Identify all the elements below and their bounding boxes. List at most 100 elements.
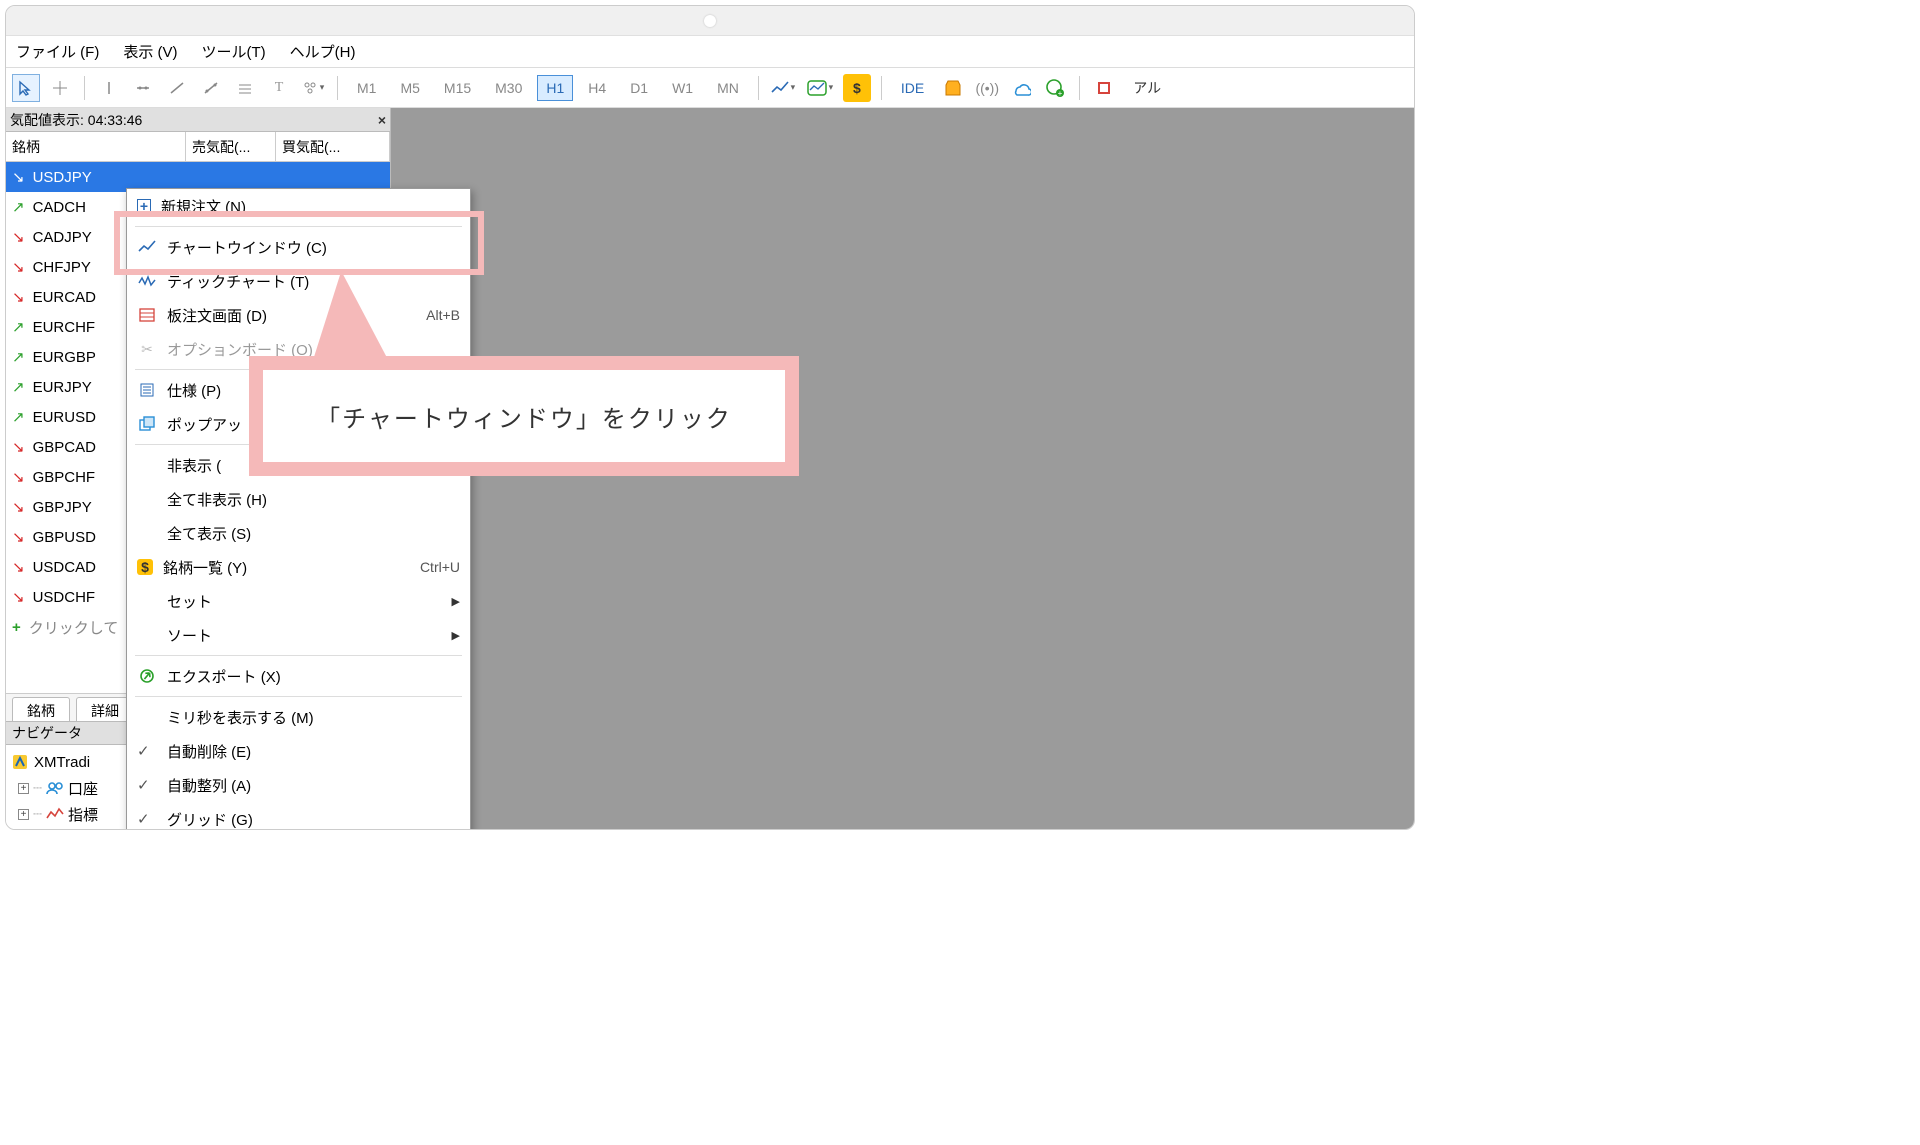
expand-icon[interactable]: +: [18, 783, 29, 794]
indicators-icon: [46, 807, 64, 821]
al-label[interactable]: アル: [1124, 73, 1170, 103]
cm-set-label: セット: [167, 591, 212, 612]
cm-popup-label: ポップアッ: [167, 414, 242, 435]
symbol-label: GBPJPY: [33, 499, 92, 516]
arrow-down-icon: ↘: [12, 228, 25, 246]
menu-file[interactable]: ファイル (F): [16, 41, 99, 62]
separator: [84, 76, 85, 100]
title-dot: [704, 15, 716, 27]
cm-sort[interactable]: ソート ▶: [127, 618, 470, 652]
globe-plus-button[interactable]: +: [1041, 74, 1069, 102]
col-bid[interactable]: 売気配(...: [186, 132, 276, 161]
cursor-tool-button[interactable]: [12, 74, 40, 102]
menu-help[interactable]: ヘルプ(H): [290, 41, 356, 62]
cm-symbol-list[interactable]: $ 銘柄一覧 (Y) Ctrl+U: [127, 550, 470, 584]
cm-auto-arrange[interactable]: ✓ 自動整列 (A): [127, 768, 470, 802]
arrow-down-icon: ↘: [12, 588, 25, 606]
cm-chart-window-label: チャートウインドウ (C): [167, 237, 327, 258]
toolbar: T ▾ M1 M5 M15 M30 H1 H4 D1 W1 MN ▾ ▾ $ I…: [6, 68, 1414, 108]
instruction-callout: 「チャートウィンドウ」をクリック: [249, 356, 799, 476]
plus-icon: +: [12, 619, 21, 636]
channel-tool-button[interactable]: [231, 74, 259, 102]
market-button[interactable]: [939, 74, 967, 102]
symbol-label: USDJPY: [33, 169, 92, 186]
cm-hide-all[interactable]: 全て非表示 (H): [127, 482, 470, 516]
cm-new-order-label: 新規注文 (N): [161, 196, 246, 217]
cm-show-all[interactable]: 全て表示 (S): [127, 516, 470, 550]
text-tool-button[interactable]: T: [265, 74, 293, 102]
title-bar: [6, 6, 1414, 36]
symbol-label: USDCHF: [33, 589, 96, 606]
separator: [135, 655, 462, 656]
cm-tick-chart[interactable]: ティックチャート (T): [127, 264, 470, 298]
timeframe-m15-button[interactable]: M15: [435, 75, 480, 101]
ide-button[interactable]: IDE: [892, 75, 933, 101]
timeframe-h1-button[interactable]: H1: [537, 75, 573, 101]
trendline-tool-button[interactable]: [163, 74, 191, 102]
dollar-button[interactable]: $: [843, 74, 871, 102]
cm-depth[interactable]: 板注文画面 (D) Alt+B: [127, 298, 470, 332]
callout-text: 「チャートウィンドウ」をクリック: [316, 399, 732, 434]
menu-view[interactable]: 表示 (V): [123, 41, 177, 62]
cm-new-order[interactable]: + 新規注文 (N): [127, 189, 470, 223]
cm-hide-label: 非表示 (: [167, 455, 221, 476]
symbol-label: CADJPY: [33, 229, 92, 246]
market-watch-header[interactable]: 気配値表示: 04:33:46 ×: [6, 108, 390, 132]
arrow-down-icon: ↘: [12, 258, 25, 276]
stop-button[interactable]: [1090, 74, 1118, 102]
cm-hide-all-label: 全て非表示 (H): [167, 489, 267, 510]
check-icon: ✓: [137, 810, 157, 828]
symbol-label: GBPCHF: [33, 469, 96, 486]
cloud-button[interactable]: [1007, 74, 1035, 102]
separator: [881, 76, 882, 100]
cm-grid-label: グリッド (G): [167, 809, 253, 830]
arrow-down-icon: ↘: [12, 498, 25, 516]
context-menu: + 新規注文 (N) チャートウインドウ (C) ティックチャート (T) 板注…: [126, 188, 471, 830]
export-icon: [137, 666, 157, 686]
close-icon[interactable]: ×: [378, 112, 386, 128]
accounts-icon: [46, 781, 64, 795]
cm-auto-delete[interactable]: ✓ 自動削除 (E): [127, 734, 470, 768]
app-window: ファイル (F) 表示 (V) ツール(T) ヘルプ(H) T: [5, 5, 1415, 830]
line-chart-button[interactable]: ▾: [769, 74, 797, 102]
symbol-label: GBPUSD: [33, 529, 96, 546]
square-icon: [1098, 82, 1110, 94]
cm-grid[interactable]: ✓ グリッド (G): [127, 802, 470, 830]
vline-tool-button[interactable]: [95, 74, 123, 102]
objects-tool-button[interactable]: ▾: [299, 74, 327, 102]
timeframe-w1-button[interactable]: W1: [663, 75, 702, 101]
expand-icon[interactable]: +: [18, 809, 29, 820]
cm-auto-arrange-label: 自動整列 (A): [167, 775, 251, 796]
timeframe-m30-button[interactable]: M30: [486, 75, 531, 101]
timeframe-d1-button[interactable]: D1: [621, 75, 657, 101]
cm-export[interactable]: エクスポート (X): [127, 659, 470, 693]
menu-tool[interactable]: ツール(T): [202, 41, 266, 62]
trendline2-tool-button[interactable]: [197, 74, 225, 102]
col-symbol[interactable]: 銘柄: [6, 132, 186, 161]
arrow-up-icon: ↗: [12, 198, 25, 216]
col-ask[interactable]: 買気配(...: [276, 132, 390, 161]
tick-chart-icon: [137, 271, 157, 291]
arrow-down-icon: ↘: [12, 168, 25, 186]
crosshair-tool-button[interactable]: [46, 74, 74, 102]
separator: [1079, 76, 1080, 100]
arrow-up-icon: ↗: [12, 378, 25, 396]
arrow-up-icon: ↗: [12, 348, 25, 366]
symbol-label: GBPCAD: [33, 439, 96, 456]
depth-icon: [137, 305, 157, 325]
tab-symbols[interactable]: 銘柄: [12, 697, 70, 721]
timeframe-m5-button[interactable]: M5: [391, 75, 428, 101]
cm-tick-chart-label: ティックチャート (T): [167, 271, 309, 292]
cm-show-all-label: 全て表示 (S): [167, 523, 251, 544]
cm-chart-window[interactable]: チャートウインドウ (C): [127, 230, 470, 264]
cm-export-label: エクスポート (X): [167, 666, 281, 687]
timeframe-m1-button[interactable]: M1: [348, 75, 385, 101]
signal-button[interactable]: ((•)): [973, 74, 1001, 102]
timeframe-h4-button[interactable]: H4: [579, 75, 615, 101]
timeframe-mn-button[interactable]: MN: [708, 75, 748, 101]
cm-millis[interactable]: ミリ秒を表示する (M): [127, 700, 470, 734]
menu-bar: ファイル (F) 表示 (V) ツール(T) ヘルプ(H): [6, 36, 1414, 68]
hline-tool-button[interactable]: [129, 74, 157, 102]
cm-set[interactable]: セット ▶: [127, 584, 470, 618]
indicator-button[interactable]: ▾: [803, 74, 837, 102]
